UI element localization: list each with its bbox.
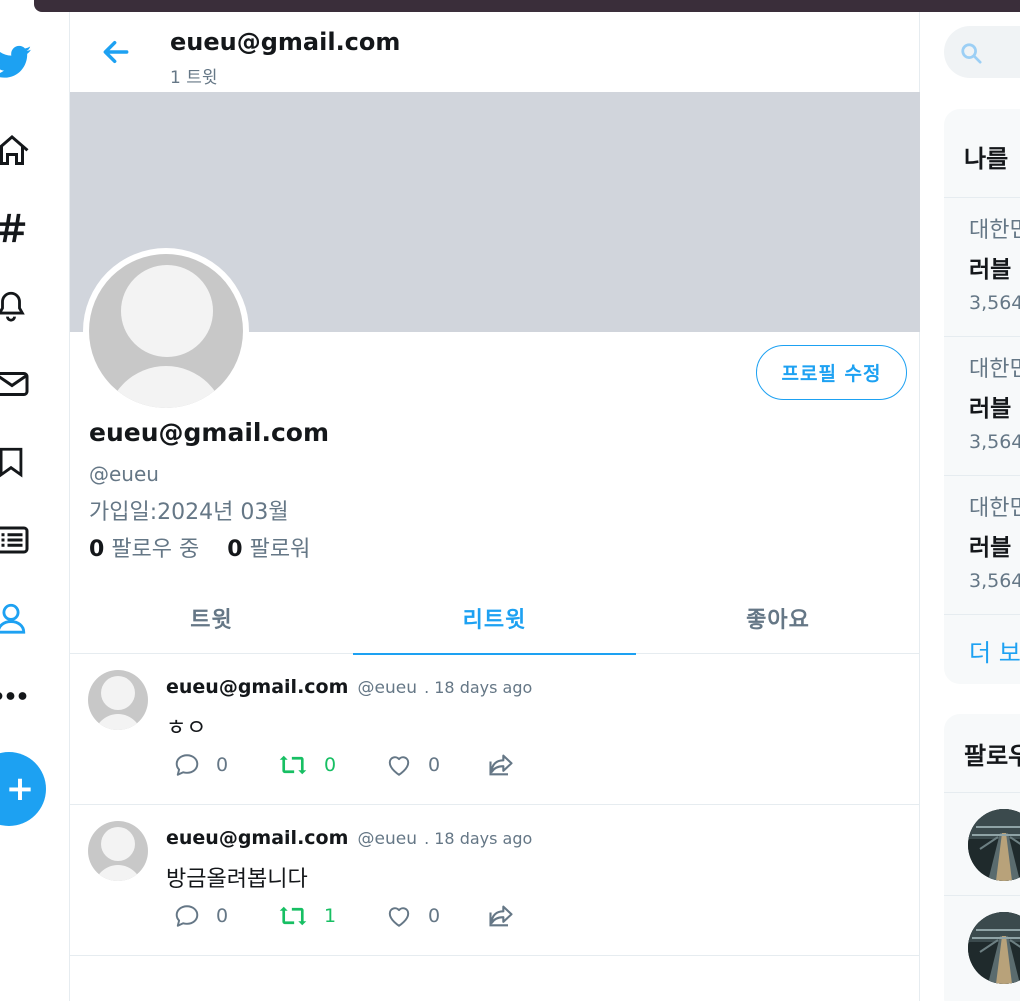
tweet-count: 1 트윗 <box>170 68 218 88</box>
tweet-handle: @eueu <box>357 829 417 849</box>
browser-top-strip <box>0 0 1020 12</box>
trend-count: 3,564 <box>969 431 1020 453</box>
right-sidebar: 트 나를 대한민 러블 3,564 대한민 러블 3,564 대한민 러블 3,… <box>920 12 1020 1001</box>
tweet-meta: eueu@gmail.com @eueu . 18 days ago <box>166 676 532 698</box>
left-nav: + <box>0 12 70 1001</box>
following-label[interactable]: 팔로우 중 <box>111 537 199 562</box>
list-icon[interactable] <box>0 520 34 560</box>
twitter-logo-icon[interactable] <box>0 42 32 82</box>
share-button[interactable] <box>486 748 516 782</box>
follow-stats: 0 팔로우 중 0 팔로워 <box>89 531 310 563</box>
trend-count: 3,564 <box>969 570 1020 592</box>
tweet-separator: . <box>424 829 430 848</box>
follow-suggestion[interactable] <box>944 895 1020 998</box>
trends-card: 나를 대한민 러블 3,564 대한민 러블 3,564 대한민 러블 3,56… <box>944 109 1020 684</box>
follow-title: 팔로우 <box>964 742 1020 770</box>
trend-count: 3,564 <box>969 292 1020 314</box>
heart-icon <box>388 756 410 776</box>
who-to-follow-card: 팔로우 <box>944 714 1020 1001</box>
avatar[interactable] <box>968 809 1020 881</box>
follow-suggestion[interactable] <box>944 792 1020 895</box>
reply-icon <box>175 754 199 776</box>
tweet-text: ㅎㅇ <box>166 716 207 741</box>
back-arrow-icon[interactable] <box>100 36 132 68</box>
like-count: 0 <box>428 905 441 927</box>
reply-count: 0 <box>216 754 229 776</box>
trend-item[interactable]: 대한민 러블 3,564 <box>944 475 1020 614</box>
tweet-item[interactable]: eueu@gmail.com @eueu . 18 days ago ㅎㅇ 0 … <box>70 654 920 805</box>
profile-tabs: 트윗 리트윗 좋아요 <box>70 582 920 655</box>
edit-profile-button[interactable]: 프로필 수정 <box>756 345 907 400</box>
followers-count[interactable]: 0 <box>227 537 242 562</box>
avatar[interactable] <box>88 670 148 730</box>
tweet-author[interactable]: eueu@gmail.com <box>166 827 348 849</box>
retweet-button[interactable]: 1 <box>278 899 336 933</box>
share-icon <box>489 754 513 776</box>
trend-location: 대한민 <box>969 357 1020 382</box>
hashtag-icon[interactable] <box>0 208 34 248</box>
avatar[interactable] <box>88 821 148 881</box>
show-more-link[interactable]: 더 보 <box>969 633 1020 668</box>
profile-name: eueu@gmail.com <box>89 418 330 447</box>
browser-top-strip-inner <box>34 0 1020 12</box>
page-title: eueu@gmail.com <box>170 28 401 56</box>
tweet-author[interactable]: eueu@gmail.com <box>166 676 348 698</box>
trends-more-row: 더 보 <box>944 614 1020 684</box>
reply-button[interactable]: 0 <box>174 748 228 782</box>
tweet-item[interactable]: eueu@gmail.com @eueu . 18 days ago 방금올려봅… <box>70 805 920 956</box>
tab-tweets[interactable]: 트윗 <box>70 582 353 654</box>
like-button[interactable]: 0 <box>386 748 440 782</box>
tweet-meta: eueu@gmail.com @eueu . 18 days ago <box>166 827 532 849</box>
share-button[interactable] <box>486 899 516 933</box>
profile-handle: @eueu <box>89 462 159 486</box>
reply-button[interactable]: 0 <box>174 899 228 933</box>
profile-avatar <box>83 248 249 414</box>
tweet-actions: 0 1 0 <box>174 899 534 933</box>
profile-main: eueu@gmail.com 1 트윗 프로필 수정 eueu@gmail.co… <box>70 12 920 1001</box>
tweet-time: 18 days ago <box>434 829 533 848</box>
join-date: 가입일:2024년 03월 <box>89 500 289 525</box>
like-button[interactable]: 0 <box>386 899 440 933</box>
bell-icon[interactable] <box>0 286 34 326</box>
avatar[interactable] <box>968 912 1020 984</box>
like-count: 0 <box>428 754 441 776</box>
retweet-icon <box>279 755 307 775</box>
trend-name: 러블 <box>969 396 1012 422</box>
trend-name: 러블 <box>969 535 1012 561</box>
profile-header: eueu@gmail.com 1 트윗 <box>70 12 920 92</box>
trends-title: 나를 <box>964 145 1009 173</box>
retweet-icon <box>279 906 307 926</box>
more-icon[interactable] <box>0 676 34 716</box>
mail-icon[interactable] <box>0 364 34 404</box>
compose-tweet-button[interactable]: + <box>0 752 46 826</box>
tweet-actions: 0 0 0 <box>174 748 534 782</box>
reply-count: 0 <box>216 905 229 927</box>
following-count[interactable]: 0 <box>89 537 104 562</box>
retweet-count: 0 <box>324 754 337 776</box>
trend-location: 대한민 <box>969 496 1020 521</box>
home-icon[interactable] <box>0 130 34 170</box>
heart-icon <box>388 907 410 927</box>
share-icon <box>489 905 513 927</box>
followers-label[interactable]: 팔로워 <box>250 537 311 562</box>
trend-item[interactable]: 대한민 러블 3,564 <box>944 336 1020 475</box>
tab-retweets[interactable]: 리트윗 <box>353 582 636 655</box>
plus-icon: + <box>5 769 35 809</box>
trend-name: 러블 <box>969 257 1012 283</box>
tweet-handle: @eueu <box>357 678 417 698</box>
profile-icon[interactable] <box>0 598 34 638</box>
retweet-button[interactable]: 0 <box>278 748 336 782</box>
bookmark-icon[interactable] <box>0 442 34 482</box>
trend-item[interactable]: 대한민 러블 3,564 <box>944 197 1020 336</box>
tweet-time: 18 days ago <box>434 678 533 697</box>
tweet-text: 방금올려봅니다 <box>166 867 308 892</box>
retweet-count: 1 <box>324 905 337 927</box>
trend-location: 대한민 <box>969 218 1020 243</box>
search-icon <box>961 43 982 64</box>
tab-likes[interactable]: 좋아요 <box>636 582 920 654</box>
search-input[interactable]: 트 <box>944 26 1020 78</box>
tweet-separator: . <box>424 678 430 697</box>
reply-icon <box>175 905 199 927</box>
